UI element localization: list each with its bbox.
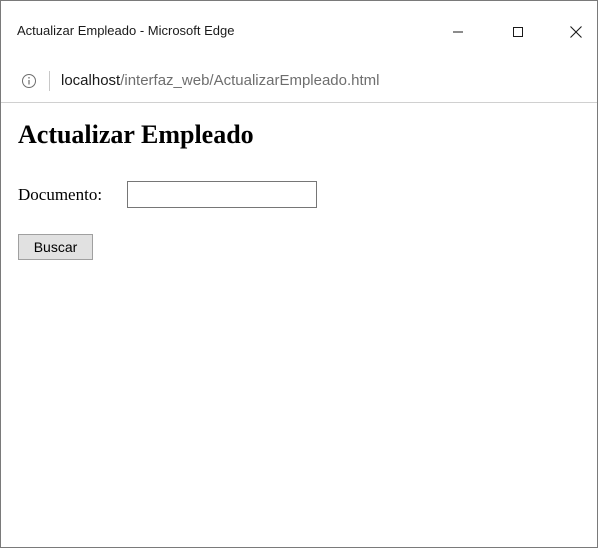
address-divider bbox=[49, 71, 50, 91]
minimize-button[interactable] bbox=[435, 15, 481, 49]
browser-window: Actualizar Empleado - Microsoft Edge loc… bbox=[0, 0, 598, 548]
url-host: localhost bbox=[61, 72, 121, 89]
close-icon bbox=[570, 26, 582, 38]
buscar-button[interactable]: Buscar bbox=[18, 234, 93, 260]
info-icon[interactable] bbox=[21, 73, 37, 89]
url-text[interactable]: localhost/interfaz_web/ActualizarEmplead… bbox=[61, 72, 380, 89]
close-button[interactable] bbox=[553, 15, 597, 49]
title-bar: Actualizar Empleado - Microsoft Edge bbox=[1, 1, 597, 61]
maximize-button[interactable] bbox=[495, 15, 541, 49]
page-content: Actualizar Empleado Documento: Buscar bbox=[1, 103, 597, 547]
window-title: Actualizar Empleado - Microsoft Edge bbox=[17, 23, 235, 38]
minimize-icon bbox=[453, 31, 463, 33]
address-bar[interactable]: localhost/interfaz_web/ActualizarEmplead… bbox=[1, 61, 597, 101]
url-path: /interfaz_web/ActualizarEmpleado.html bbox=[120, 72, 380, 89]
documento-input[interactable] bbox=[127, 181, 317, 208]
page-title: Actualizar Empleado bbox=[18, 120, 254, 149]
documento-label: Documento: bbox=[18, 185, 103, 204]
maximize-icon bbox=[513, 27, 523, 37]
